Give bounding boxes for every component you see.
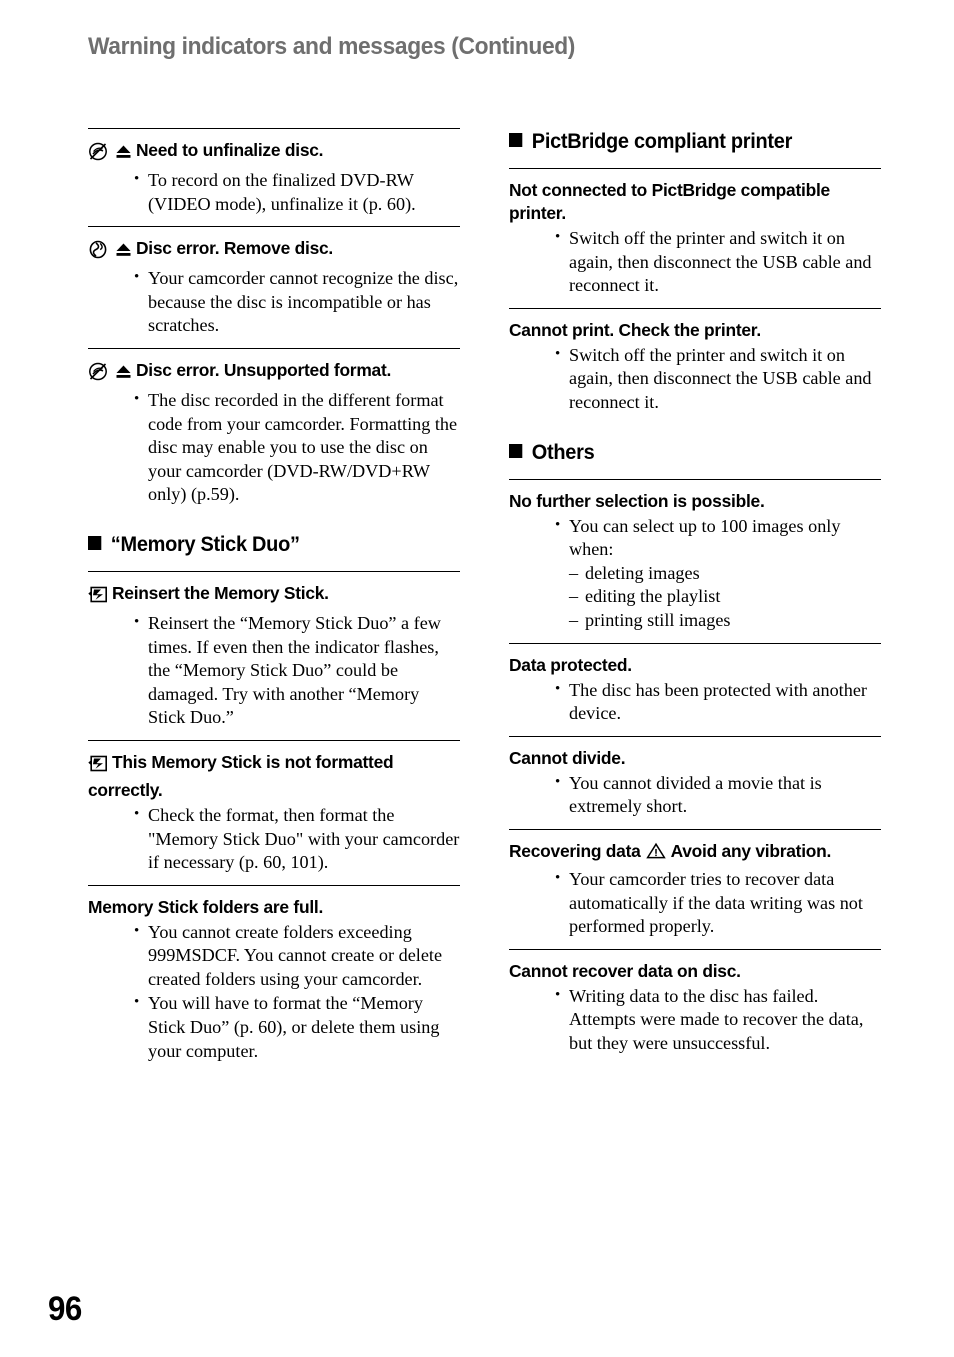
- disc-flash-icon: [88, 240, 109, 265]
- message-entry: Cannot recover data on disc. Writing dat…: [509, 950, 881, 1056]
- message-heading: Reinsert the Memory Stick.: [88, 582, 460, 610]
- section-header-label: “Memory Stick Duo”: [110, 532, 300, 556]
- message-bullet-list: Your camcorder cannot recognize the disc…: [88, 266, 460, 338]
- memory-stick-icon: [88, 755, 109, 779]
- list-item: You can select up to 100 images only whe…: [555, 514, 881, 633]
- message-entry: Need to unfinalize disc. To record on th…: [88, 129, 460, 216]
- disc-no-icon: [88, 142, 109, 167]
- message-bullet-list: Reinsert the “Memory Stick Duo” a few ti…: [88, 611, 460, 730]
- message-entry: Disc error. Unsupported format. The disc…: [88, 349, 460, 507]
- message-entry: Data protected. The disc has been protec…: [509, 644, 881, 726]
- page-number: 96: [48, 1290, 82, 1328]
- message-heading: Recovering data Avoid any vibration.: [509, 840, 881, 866]
- message-sub-bullet-list: deleting images editing the playlist pri…: [569, 562, 881, 633]
- list-item: You will have to format the “Memory Stic…: [134, 991, 460, 1063]
- heading-icon-group: [88, 239, 133, 265]
- sub-list-item: editing the playlist: [569, 585, 881, 609]
- message-heading: Cannot divide.: [509, 747, 626, 768]
- message-bullet-list: You can select up to 100 images only whe…: [509, 514, 881, 633]
- black-square-icon: [509, 443, 523, 458]
- message-heading-text: Disc error. Unsupported format.: [136, 359, 392, 380]
- message-heading: Cannot print. Check the printer.: [509, 319, 761, 340]
- message-heading-text: Disc error. Remove disc.: [136, 238, 333, 259]
- message-bullet-list: You cannot divided a movie that is extre…: [509, 771, 881, 819]
- heading-icon-group: [88, 361, 133, 387]
- message-heading: This Memory Stick is not formatted corre…: [88, 751, 460, 802]
- list-item: Switch off the printer and switch it on …: [555, 343, 881, 415]
- section-header-label: Others: [531, 440, 595, 464]
- message-heading: Disc error. Remove disc.: [88, 237, 460, 265]
- message-entry: Cannot print. Check the printer. Switch …: [509, 309, 881, 415]
- heading-icon-group: [88, 753, 109, 779]
- left-column: Need to unfinalize disc. To record on th…: [88, 128, 460, 1073]
- eject-icon: [114, 240, 133, 265]
- black-square-icon: [509, 133, 523, 147]
- message-bullet-list: Switch off the printer and switch it on …: [509, 343, 881, 415]
- warning-triangle-icon: [645, 842, 666, 866]
- message-heading-text: This Memory Stick is not formatted corre…: [88, 751, 394, 800]
- message-heading: Disc error. Unsupported format.: [88, 359, 460, 387]
- message-heading: Cannot recover data on disc.: [509, 960, 741, 981]
- list-item: Your camcorder cannot recognize the disc…: [134, 266, 460, 338]
- heading-icon-group: [88, 584, 109, 610]
- message-entry: This Memory Stick is not formatted corre…: [88, 741, 460, 875]
- eject-icon: [114, 362, 133, 387]
- list-item: Check the format, then format the "Memor…: [134, 803, 460, 875]
- section-header-pictbridge: PictBridge compliant printer: [509, 130, 862, 154]
- list-item-text: You can select up to 100 images only whe…: [569, 515, 841, 560]
- message-heading: Not connected to PictBridge compatible p…: [509, 180, 830, 223]
- message-entry: No further selection is possible. You ca…: [509, 480, 881, 633]
- message-heading: Need to unfinalize disc.: [88, 139, 460, 167]
- section-header-others: Others: [509, 441, 862, 465]
- memory-stick-icon: [88, 586, 109, 610]
- message-heading: Memory Stick folders are full.: [88, 896, 460, 919]
- message-heading-text: Memory Stick folders are full.: [88, 896, 324, 917]
- list-item: Reinsert the “Memory Stick Duo” a few ti…: [134, 611, 460, 730]
- list-item: Switch off the printer and switch it on …: [555, 226, 881, 298]
- message-bullet-list: Writing data to the disc has failed. Att…: [509, 984, 881, 1056]
- message-entry: Not connected to PictBridge compatible p…: [509, 169, 881, 298]
- message-bullet-list: Your camcorder tries to recover data aut…: [509, 867, 881, 939]
- sub-list-item: deleting images: [569, 562, 881, 586]
- list-item: The disc recorded in the different forma…: [134, 388, 460, 507]
- section-header-memory-stick-duo: “Memory Stick Duo”: [88, 533, 441, 557]
- message-bullet-list: Switch off the printer and switch it on …: [509, 226, 881, 298]
- message-bullet-list: You cannot create folders exceeding 999M…: [88, 920, 460, 1064]
- list-item: You cannot create folders exceeding 999M…: [134, 920, 460, 992]
- page-title: Warning indicators and messages (Continu…: [88, 33, 576, 60]
- message-heading: No further selection is possible.: [509, 490, 765, 511]
- message-entry: Disc error. Remove disc. Your camcorder …: [88, 227, 460, 338]
- message-entry: Cannot divide. You cannot divided a movi…: [509, 737, 881, 819]
- list-item: Your camcorder tries to recover data aut…: [555, 867, 881, 939]
- list-item: The disc has been protected with another…: [555, 678, 881, 726]
- message-entry: Memory Stick folders are full. You canno…: [88, 886, 460, 1064]
- message-bullet-list: To record on the finalized DVD-RW (VIDEO…: [88, 168, 460, 216]
- section-header-label: PictBridge compliant printer: [531, 130, 793, 153]
- message-bullet-list: The disc has been protected with another…: [509, 678, 881, 726]
- right-column: PictBridge compliant printer Not connect…: [509, 128, 881, 1065]
- list-item: To record on the finalized DVD-RW (VIDEO…: [134, 168, 460, 216]
- message-heading-text-part1: Recovering data: [509, 840, 641, 861]
- message-heading: Data protected.: [509, 654, 632, 675]
- message-bullet-list: The disc recorded in the different forma…: [88, 388, 460, 507]
- disc-no-icon: [88, 362, 109, 387]
- message-entry: Reinsert the Memory Stick. Reinsert the …: [88, 572, 460, 730]
- eject-icon: [114, 142, 133, 167]
- list-item: Writing data to the disc has failed. Att…: [555, 984, 881, 1056]
- list-item: You cannot divided a movie that is extre…: [555, 771, 881, 819]
- black-square-icon: [88, 535, 102, 550]
- heading-icon-group: [88, 141, 133, 167]
- message-bullet-list: Check the format, then format the "Memor…: [88, 803, 460, 875]
- message-heading-text: Need to unfinalize disc.: [136, 140, 324, 160]
- message-heading-text: Reinsert the Memory Stick.: [112, 582, 329, 603]
- message-heading-text-part2: Avoid any vibration.: [670, 840, 832, 861]
- message-entry: Recovering data Avoid any vibration. You…: [509, 830, 881, 939]
- sub-list-item: printing still images: [569, 609, 881, 633]
